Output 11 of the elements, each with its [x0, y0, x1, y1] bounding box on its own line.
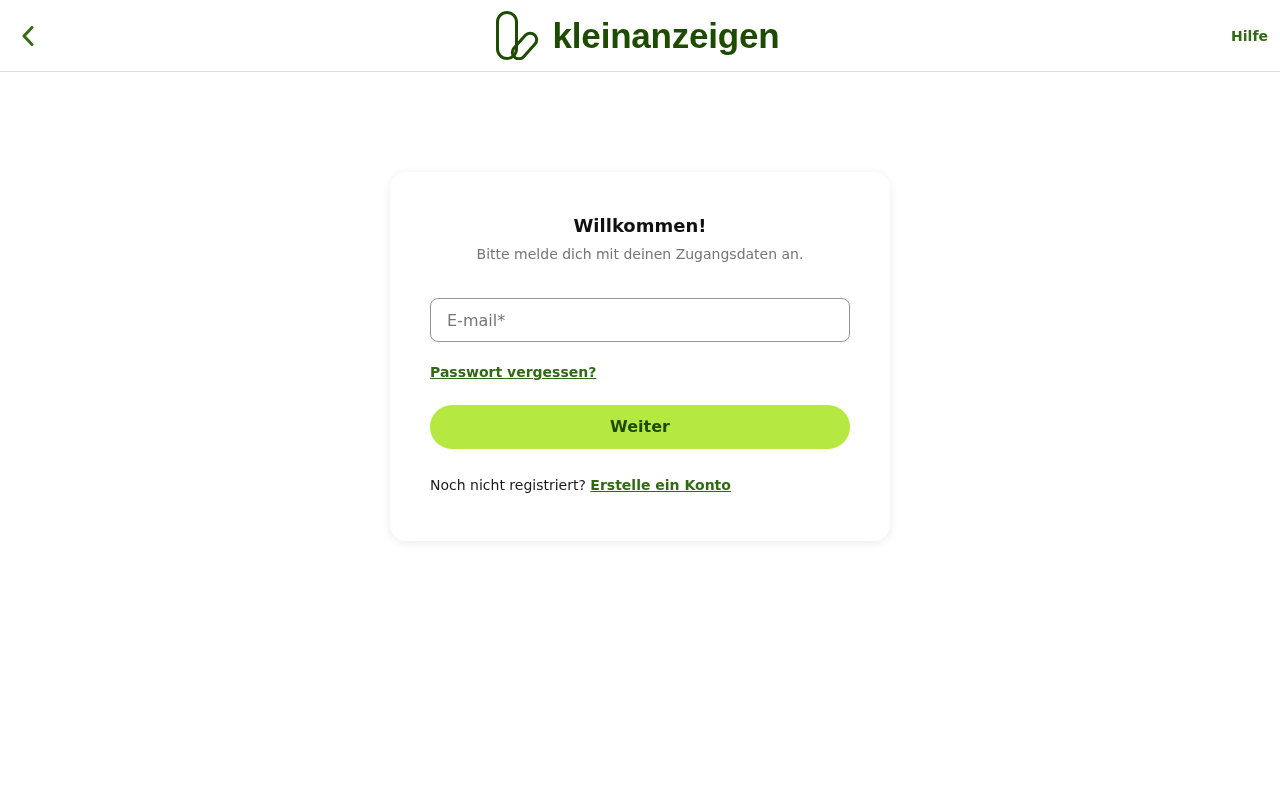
email-field[interactable]: E-mail*	[430, 298, 850, 342]
create-account-link[interactable]: Erstelle ein Konto	[590, 477, 731, 493]
continue-button[interactable]: Weiter	[430, 405, 850, 449]
card-title: Willkommen!	[572, 214, 708, 238]
logo-wordmark: kleinanzeigen	[552, 18, 780, 53]
forgot-password-link[interactable]: Passwort vergessen?	[430, 362, 597, 382]
logo-icon	[495, 11, 539, 60]
card-subtitle: Bitte melde dich mit deinen Zugangsdaten an.	[475, 245, 805, 264]
chevron-left-icon	[22, 25, 34, 46]
register-prompt: Noch nicht registriert? Erstelle ein Konto	[430, 476, 732, 495]
help-link[interactable]: Hilfe	[1231, 25, 1268, 46]
